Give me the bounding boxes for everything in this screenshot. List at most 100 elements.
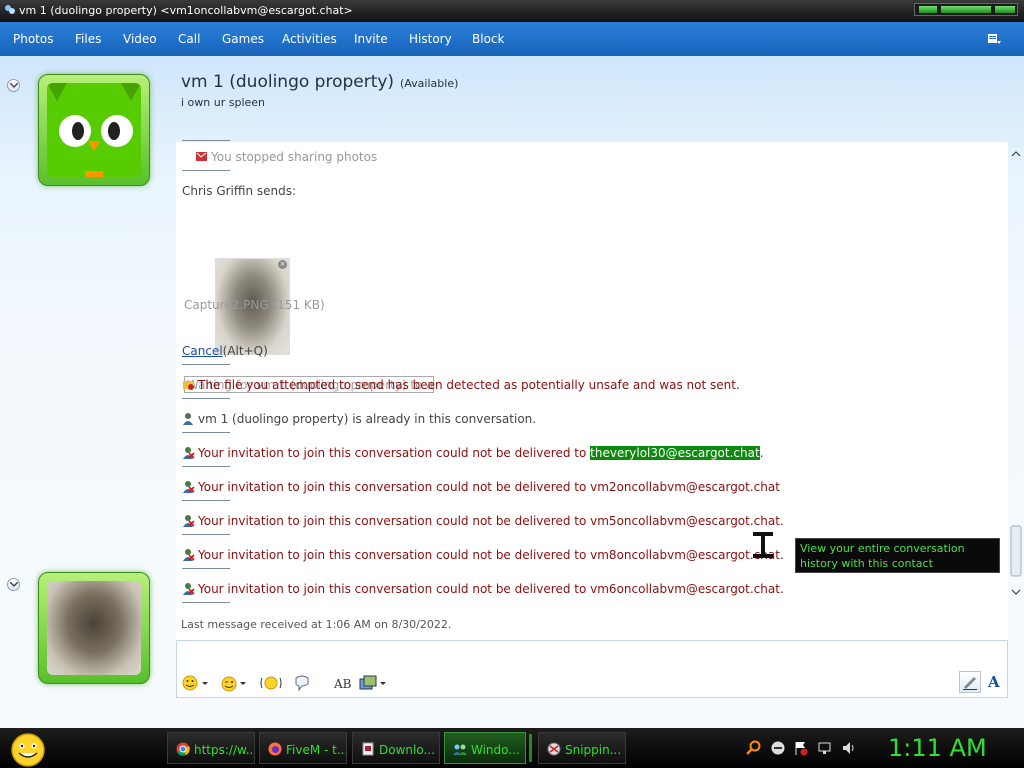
invite-failure-text: Your invitation to join this conversatio… [198, 514, 587, 528]
close-button[interactable] [995, 6, 1015, 13]
taskbar-clock[interactable]: 1:11 AM [888, 734, 987, 762]
invite-failure-email: vm6oncollabvm@escargot.chat [590, 582, 780, 596]
message-separator [182, 568, 230, 569]
menu-video[interactable]: Video [123, 32, 157, 46]
photo-share-icon [196, 152, 207, 161]
messenger-app-icon [5, 5, 15, 14]
emoticon-icon[interactable] [182, 674, 200, 692]
chevron-down-icon[interactable] [200, 674, 210, 692]
menu-bar: Photos Files Video Call Games Activities… [0, 22, 1024, 56]
taskbar-item-firefox[interactable]: FiveM - t... [259, 732, 347, 764]
invite-failed-icon [183, 447, 195, 459]
title-bar: vm 1 (duolingo property) <vm1oncollabvm@… [0, 0, 1024, 22]
taskbar-divider [529, 734, 532, 762]
taskbar-item-chrome[interactable]: https://w... [167, 732, 255, 764]
invite-failure-suffix: . [779, 514, 784, 528]
volume-icon[interactable] [841, 740, 857, 756]
action-center-flag-icon[interactable] [793, 740, 809, 756]
contact-person-icon [183, 413, 193, 425]
font-icon[interactable]: AB [333, 674, 351, 692]
search-icon[interactable] [746, 740, 762, 756]
message-separator [182, 602, 230, 603]
menu-call[interactable]: Call [178, 32, 200, 46]
invite-failure-text: Your invitation to join this conversatio… [198, 446, 587, 460]
remove-file-icon[interactable]: × [278, 260, 287, 269]
taskbar-label: https://w... [194, 743, 255, 757]
scroll-down-icon [1011, 589, 1021, 595]
photo-sharing-notice: You stopped sharing photos [195, 150, 377, 164]
window-controls[interactable] [914, 3, 1018, 16]
messenger-icon [453, 744, 467, 755]
taskbar: https://w... FiveM - t... Downlo... Wind… [0, 728, 1024, 768]
minimize-button[interactable] [919, 6, 937, 13]
start-button-icon[interactable] [8, 731, 48, 767]
invite-failure-suffix: . [759, 446, 764, 460]
menu-block[interactable]: Block [472, 32, 504, 46]
message-separator [182, 466, 230, 467]
firefox-icon [268, 742, 282, 756]
contact-status: (Available) [400, 77, 459, 90]
collapse-self-button[interactable] [7, 578, 20, 591]
pencil-icon [963, 677, 977, 690]
taskbar-item-downloads[interactable]: Downlo... [352, 732, 440, 764]
self-avatar[interactable] [38, 572, 150, 684]
scroll-thumb [1010, 525, 1022, 577]
taskbar-item-messenger[interactable]: Windo... [444, 732, 526, 764]
chevron-down-icon[interactable] [378, 674, 388, 692]
text-mode-button[interactable]: A [985, 671, 1007, 693]
chevron-down-icon [10, 582, 18, 588]
already-in-text: vm 1 (duolingo property) is already in t… [198, 412, 537, 426]
menu-games[interactable]: Games [222, 32, 264, 46]
conversation-scrollbar[interactable] [1008, 148, 1024, 608]
message-separator [182, 432, 230, 433]
invite-failure-row: Your invitation to join this conversatio… [182, 548, 784, 562]
sender-line: Chris Griffin sends: [182, 184, 297, 198]
invite-failed-icon [183, 549, 195, 561]
taskbar-label: Windo... [471, 743, 520, 757]
invite-failure-row: Your invitation to join this conversatio… [182, 582, 784, 596]
already-in-notice: vm 1 (duolingo property) is already in t… [182, 412, 536, 426]
message-separator [182, 500, 230, 501]
menu-activities[interactable]: Activities [282, 32, 337, 46]
wink-icon[interactable] [220, 674, 238, 692]
invite-failure-suffix: . [779, 582, 784, 596]
message-separator [182, 534, 230, 535]
invite-failure-email: vm5oncollabvm@escargot.chat [590, 514, 780, 528]
conversation-window: vm 1 (duolingo property) (Available) i o… [0, 56, 1024, 728]
contact-personal-message: i own ur spleen [181, 96, 266, 109]
taskbar-item-snipping[interactable]: Snippin... [538, 732, 626, 764]
invite-failure-text: Your invitation to join this conversatio… [198, 548, 587, 562]
invite-failed-icon [183, 481, 195, 493]
contact-avatar[interactable] [38, 74, 150, 186]
owl-avatar-image [47, 83, 141, 177]
invite-failure-email: vm2oncollabvm@escargot.chat [590, 480, 780, 494]
voice-clip-icon[interactable] [293, 674, 311, 692]
formatting-toolbar: AB [176, 670, 982, 696]
unsafe-file-notice: The file you attempted to send has been … [182, 378, 740, 392]
message-separator [182, 170, 230, 171]
maximize-button[interactable] [941, 6, 991, 13]
options-menu-icon[interactable] [986, 31, 1002, 47]
unsafe-notice-text: The file you attempted to send has been … [198, 378, 740, 392]
nudge-icon[interactable] [260, 674, 282, 692]
invite-failure-row: Your invitation to join this conversatio… [182, 514, 784, 528]
chevron-down-icon[interactable] [238, 674, 248, 692]
cancel-link[interactable]: Cancel [182, 344, 223, 358]
stop-icon[interactable] [770, 740, 786, 756]
contact-name: vm 1 (duolingo property) [181, 72, 395, 92]
invite-failure-text: Your invitation to join this conversatio… [198, 582, 587, 596]
invite-failure-email[interactable]: theverylol30@escargot.chat [590, 446, 760, 460]
text-a-icon: A [987, 673, 1000, 691]
background-icon[interactable] [359, 674, 377, 692]
invite-failure-text: Your invitation to join this conversatio… [198, 480, 587, 494]
menu-history[interactable]: History [409, 32, 452, 46]
menu-files[interactable]: Files [75, 32, 101, 46]
self-avatar-image [47, 581, 141, 675]
handwriting-button[interactable] [959, 671, 981, 693]
collapse-contact-button[interactable] [7, 79, 20, 92]
menu-photos[interactable]: Photos [13, 32, 53, 46]
taskbar-label: FiveM - t... [286, 743, 347, 757]
network-icon[interactable] [817, 740, 833, 756]
invite-failure-row: Your invitation to join this conversatio… [182, 446, 764, 460]
menu-invite[interactable]: Invite [354, 32, 388, 46]
